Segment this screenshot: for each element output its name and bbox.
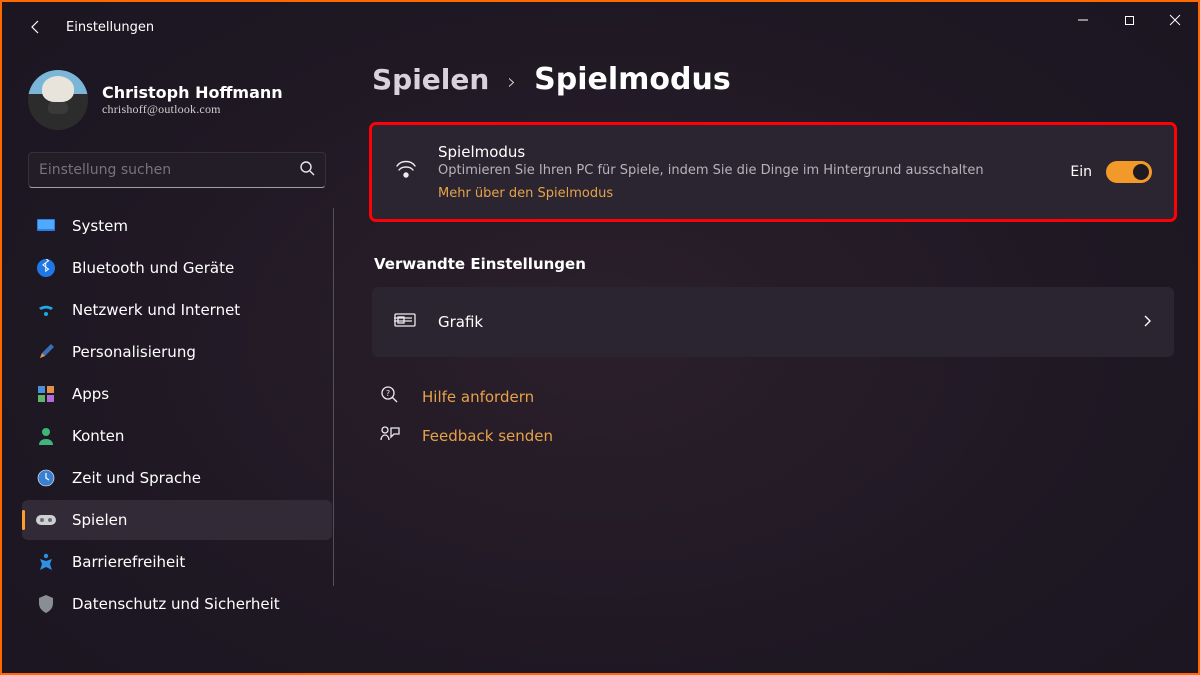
gamemode-card: Spielmodus Optimieren Sie Ihren PC für S…	[372, 125, 1174, 219]
search-icon	[299, 160, 315, 180]
gamemode-state-label: Ein	[1070, 164, 1092, 180]
nav-label: System	[72, 217, 128, 235]
nav-item-personalization[interactable]: Personalisierung	[22, 332, 332, 372]
nav-item-privacy[interactable]: Datenschutz und Sicherheit	[22, 584, 332, 624]
gamemode-title: Spielmodus	[438, 143, 1050, 161]
breadcrumb: Spielen › Spielmodus	[372, 62, 1174, 97]
titlebar: Einstellungen	[2, 2, 1198, 52]
related-heading: Verwandte Einstellungen	[374, 255, 1174, 273]
nav-item-gaming[interactable]: Spielen	[22, 500, 332, 540]
sidebar: Christoph Hoffmann chrishoff@outlook.com…	[2, 52, 342, 673]
clock-globe-icon	[36, 468, 56, 488]
search-box[interactable]	[28, 152, 326, 188]
nav-label: Bluetooth und Geräte	[72, 259, 234, 277]
nav-item-accessibility[interactable]: Barrierefreiheit	[22, 542, 332, 582]
graphics-label: Grafik	[438, 313, 483, 331]
wifi-icon	[36, 300, 56, 320]
person-icon	[36, 426, 56, 446]
feedback-icon	[380, 425, 400, 447]
main-content: Spielen › Spielmodus Spielmodus Optimier…	[372, 62, 1174, 673]
profile-name: Christoph Hoffmann	[102, 83, 283, 102]
monitor-icon	[36, 216, 56, 236]
breadcrumb-parent[interactable]: Spielen	[372, 63, 489, 96]
nav-item-apps[interactable]: Apps	[22, 374, 332, 414]
gamepad-icon	[36, 510, 56, 530]
search-input[interactable]	[39, 162, 299, 178]
nav-label: Apps	[72, 385, 109, 403]
profile-email: chrishoff@outlook.com	[102, 102, 283, 117]
page-title: Spielmodus	[534, 62, 731, 97]
gamemode-subtitle: Optimieren Sie Ihren PC für Spiele, inde…	[438, 163, 1050, 178]
chevron-right-icon	[1142, 313, 1152, 332]
close-button[interactable]	[1152, 2, 1198, 38]
footer-links: ? Hilfe anfordern Feedback senden	[372, 385, 1174, 447]
feedback-link[interactable]: Feedback senden	[372, 425, 1174, 447]
help-icon: ?	[380, 385, 400, 409]
nav-label: Netzwerk und Internet	[72, 301, 240, 319]
shield-icon	[36, 594, 56, 614]
nav-label: Datenschutz und Sicherheit	[72, 595, 280, 613]
feedback-label: Feedback senden	[422, 427, 553, 445]
nav-label: Barrierefreiheit	[72, 553, 185, 571]
help-link[interactable]: ? Hilfe anfordern	[372, 385, 1174, 409]
bluetooth-icon	[36, 258, 56, 278]
gamemode-learnmore-link[interactable]: Mehr über den Spielmodus	[438, 186, 613, 201]
accessibility-icon	[36, 552, 56, 572]
breadcrumb-separator: ›	[507, 70, 516, 95]
maximize-button[interactable]	[1106, 2, 1152, 38]
brush-icon	[36, 342, 56, 362]
back-button[interactable]	[16, 7, 56, 47]
avatar	[28, 70, 88, 130]
nav-label: Zeit und Sprache	[72, 469, 201, 487]
profile-block[interactable]: Christoph Hoffmann chrishoff@outlook.com	[22, 70, 332, 130]
graphics-row[interactable]: Grafik	[372, 287, 1174, 357]
gamemode-toggle[interactable]	[1106, 161, 1152, 183]
nav-label: Konten	[72, 427, 124, 445]
minimize-button[interactable]	[1060, 2, 1106, 38]
nav-item-accounts[interactable]: Konten	[22, 416, 332, 456]
help-label: Hilfe anfordern	[422, 388, 534, 406]
nav-item-network[interactable]: Netzwerk und Internet	[22, 290, 332, 330]
nav-label: Personalisierung	[72, 343, 196, 361]
nav-label: Spielen	[72, 511, 127, 529]
apps-icon	[36, 384, 56, 404]
svg-text:?: ?	[386, 389, 390, 398]
graphics-icon	[394, 311, 418, 333]
gamemode-icon	[394, 160, 418, 184]
nav-item-time-language[interactable]: Zeit und Sprache	[22, 458, 332, 498]
window-controls	[1060, 2, 1198, 38]
nav-item-system[interactable]: System	[22, 206, 332, 246]
app-title: Einstellungen	[66, 20, 154, 35]
nav-item-bluetooth[interactable]: Bluetooth und Geräte	[22, 248, 332, 288]
nav-scrollbar[interactable]	[333, 208, 334, 586]
nav-list: System Bluetooth und Geräte Netzwerk und…	[22, 206, 332, 624]
